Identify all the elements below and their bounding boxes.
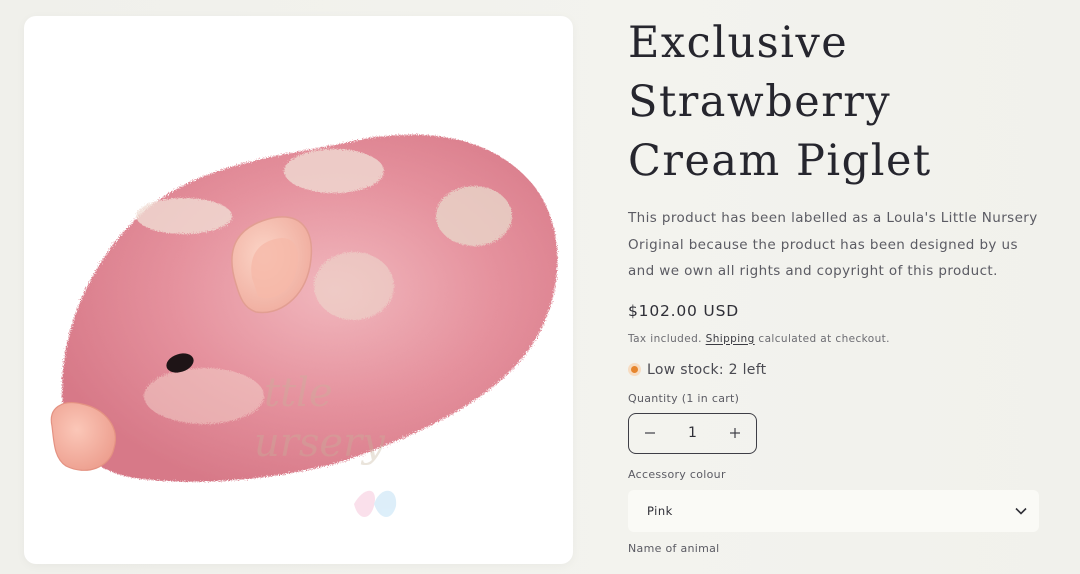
chevron-down-icon: [1015, 507, 1027, 515]
stock-status: Low stock: 2 left: [628, 362, 1048, 378]
piglet-image: ttle ursery: [50, 134, 558, 518]
shipping-link[interactable]: Shipping: [706, 333, 755, 345]
tax-note: Tax included. Shipping calculated at che…: [628, 333, 1048, 345]
minus-icon: [645, 432, 655, 434]
stock-text: Low stock: 2 left: [647, 361, 767, 378]
tax-suffix: calculated at checkout.: [758, 332, 890, 345]
accessory-colour-value: Pink: [647, 503, 673, 518]
accessory-colour-label: Accessory colour: [628, 467, 726, 481]
quantity-stepper: 1: [628, 412, 757, 454]
low-stock-icon: [628, 363, 641, 376]
tax-prefix: Tax included.: [628, 332, 702, 345]
plus-icon: [730, 428, 740, 438]
accessory-colour-select[interactable]: Pink: [628, 489, 1039, 532]
quantity-input[interactable]: 1: [673, 425, 713, 441]
svg-text:ttle: ttle: [264, 370, 333, 416]
product-info: Exclusive Strawberry Cream Piglet This p…: [628, 14, 1048, 555]
product-image[interactable]: ttle ursery: [24, 16, 573, 564]
product-page: ttle ursery Exclusive Strawberry Cream P…: [0, 0, 1080, 574]
animal-name-label: Name of animal: [628, 541, 720, 555]
quantity-decrease-button[interactable]: [635, 418, 665, 448]
product-price: $102.00 USD: [628, 301, 739, 320]
quantity-label: Quantity (1 in cart): [628, 391, 740, 405]
svg-text:ursery: ursery: [254, 420, 386, 466]
quantity-increase-button[interactable]: [720, 418, 750, 448]
product-description: This product has been labelled as a Loul…: [628, 210, 1038, 279]
product-title: Exclusive Strawberry Cream Piglet: [628, 18, 932, 186]
